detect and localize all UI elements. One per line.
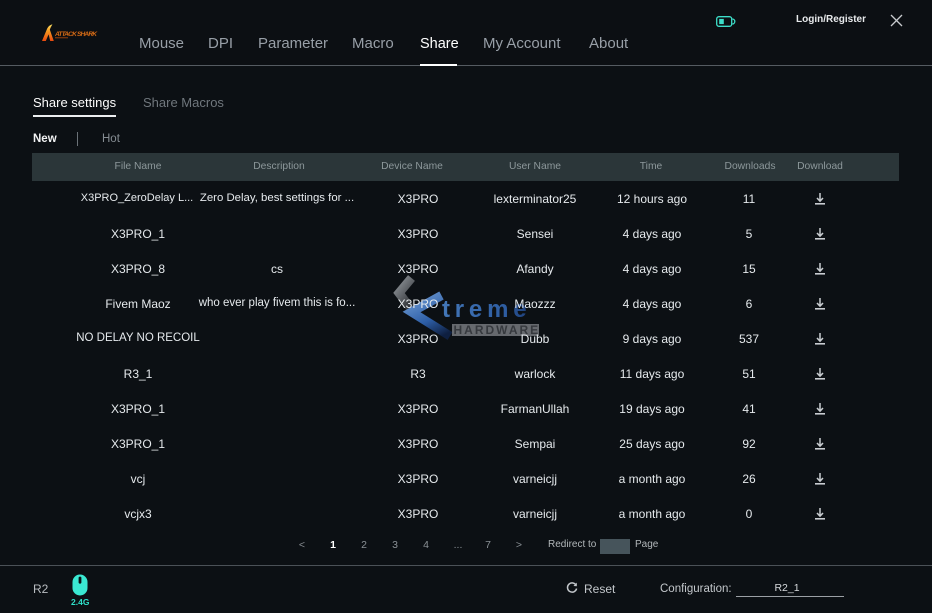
svg-text:ATTACK SHARK: ATTACK SHARK: [54, 31, 98, 38]
